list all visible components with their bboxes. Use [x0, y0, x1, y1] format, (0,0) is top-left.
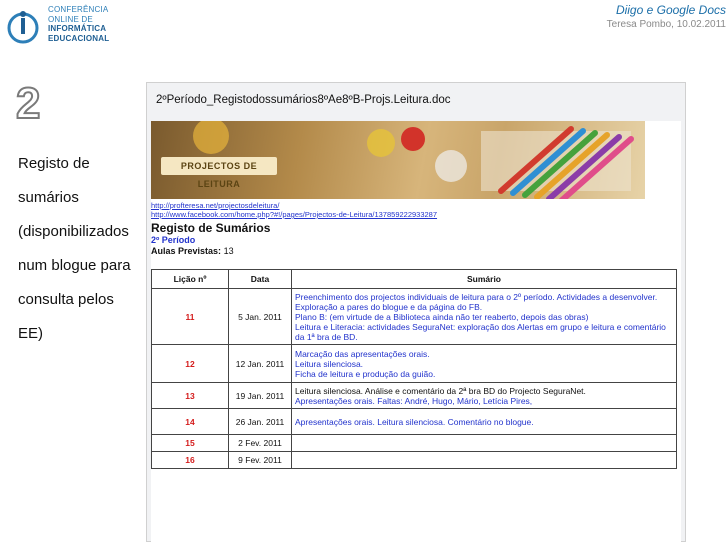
lessons-planned: Aulas Previstas: 13 — [151, 246, 234, 256]
document-preview-frame: 2ºPeríodo_Registodossumários8ºAe8ºB-Proj… — [146, 82, 686, 543]
document-period: 2º Período — [151, 235, 196, 245]
summaries-table: Lição nº Data Sumário 11 5 Jan. 2011 Pre… — [151, 269, 677, 469]
table-header-row: Lição nº Data Sumário — [151, 269, 677, 289]
banner-label: PROJECTOS DE LEITURA — [161, 157, 277, 189]
slide-number-graphic: 2 — [15, 80, 41, 124]
lesson-summary: Marcação das apresentações orais. Leitur… — [291, 344, 677, 383]
lesson-number: 14 — [151, 408, 229, 435]
blog-link[interactable]: http://profteresa.net/projectosdeleitura… — [151, 201, 279, 210]
presentation-author-date: Teresa Pombo, 10.02.2011 — [606, 19, 726, 30]
conference-logo-icon — [7, 11, 39, 44]
logo-line: Informática — [48, 24, 107, 33]
description-line: num blogue para — [18, 257, 131, 274]
conference-logo: Conferência Online de Informática Educac… — [6, 2, 116, 50]
slide-header: Diigo e Google Docs Teresa Pombo, 10.02.… — [607, 3, 726, 30]
lesson-date: 2 Fev. 2011 — [228, 434, 292, 452]
table-row: 14 26 Jan. 2011 Apresentações orais. Lei… — [151, 408, 677, 435]
lesson-date: 26 Jan. 2011 — [228, 408, 292, 435]
slide-number: 2 — [16, 80, 40, 124]
summary-line: Apresentações orais. Leitura silenciosa.… — [295, 416, 534, 427]
lesson-date: 12 Jan. 2011 — [228, 344, 292, 383]
table-row: 16 9 Fev. 2011 — [151, 451, 677, 469]
lesson-date: 9 Fev. 2011 — [228, 451, 292, 469]
summary-line: Leitura silenciosa. — [295, 358, 364, 369]
column-header: Lição nº — [151, 269, 229, 289]
summary-line: Marcação das apresentações orais. — [295, 348, 430, 359]
document-filename: 2ºPeríodo_Registodossumários8ºAe8ºB-Proj… — [156, 94, 451, 106]
summary-line: Preenchimento dos projectos individuais … — [295, 291, 658, 312]
lesson-number: 15 — [151, 434, 229, 452]
document-page: PROJECTOS DE LEITURA http://profteresa.n… — [151, 121, 681, 543]
lesson-summary: Leitura silenciosa. Análise e comentário… — [291, 382, 677, 409]
lesson-date: 5 Jan. 2011 — [228, 288, 292, 345]
column-header: Data — [228, 269, 292, 289]
lesson-summary — [291, 451, 677, 469]
lesson-number: 13 — [151, 382, 229, 409]
logo-line: Online de — [48, 14, 93, 24]
projects-banner-image: PROJECTOS DE LEITURA — [151, 121, 645, 199]
presentation-title: Diigo e Google Docs — [615, 3, 726, 17]
summary-line: Apresentações orais. Faltas: André, Hugo… — [295, 395, 533, 406]
description-line: consulta pelos — [18, 291, 114, 308]
description-line: sumários — [18, 189, 79, 206]
lesson-summary: Apresentações orais. Leitura silenciosa.… — [291, 408, 677, 435]
logo-line: Conferência — [48, 5, 109, 14]
lesson-number: 11 — [151, 288, 229, 345]
description-line: EE) — [18, 325, 44, 342]
lesson-summary: Preenchimento dos projectos individuais … — [291, 288, 677, 345]
logo-text: Conferência Online de Informática Educac… — [48, 5, 109, 43]
lessons-planned-value: 13 — [223, 246, 234, 256]
lesson-number: 12 — [151, 344, 229, 383]
column-header: Sumário — [291, 269, 677, 289]
lesson-summary — [291, 434, 677, 452]
slide-description: Registo de sumários (disponibilizados nu… — [18, 147, 146, 351]
summary-line: Leitura e Literacia: actividades SeguraN… — [295, 321, 666, 342]
summary-line: Plano B: (em virtude de a Biblioteca ain… — [295, 311, 589, 322]
description-line: Registo de — [18, 155, 90, 172]
logo-line: Educacional — [48, 33, 110, 43]
table-row: 12 12 Jan. 2011 Marcação das apresentaçõ… — [151, 344, 677, 383]
description-line: (disponibilizados — [18, 223, 129, 240]
table-row: 11 5 Jan. 2011 Preenchimento dos project… — [151, 288, 677, 345]
table-row: 15 2 Fev. 2011 — [151, 434, 677, 452]
summary-line: Leitura silenciosa. Análise e comentário… — [295, 385, 586, 396]
lesson-number: 16 — [151, 451, 229, 469]
lesson-date: 19 Jan. 2011 — [228, 382, 292, 409]
facebook-link[interactable]: http://www.facebook.com/home.php?#!/page… — [151, 210, 437, 219]
summary-line: Ficha de leitura e produção da guião. — [295, 368, 436, 379]
lessons-planned-label: Aulas Previstas: — [151, 246, 222, 256]
document-title: Registo de Sumários — [151, 221, 271, 235]
table-row: 13 19 Jan. 2011 Leitura silenciosa. Anál… — [151, 382, 677, 409]
